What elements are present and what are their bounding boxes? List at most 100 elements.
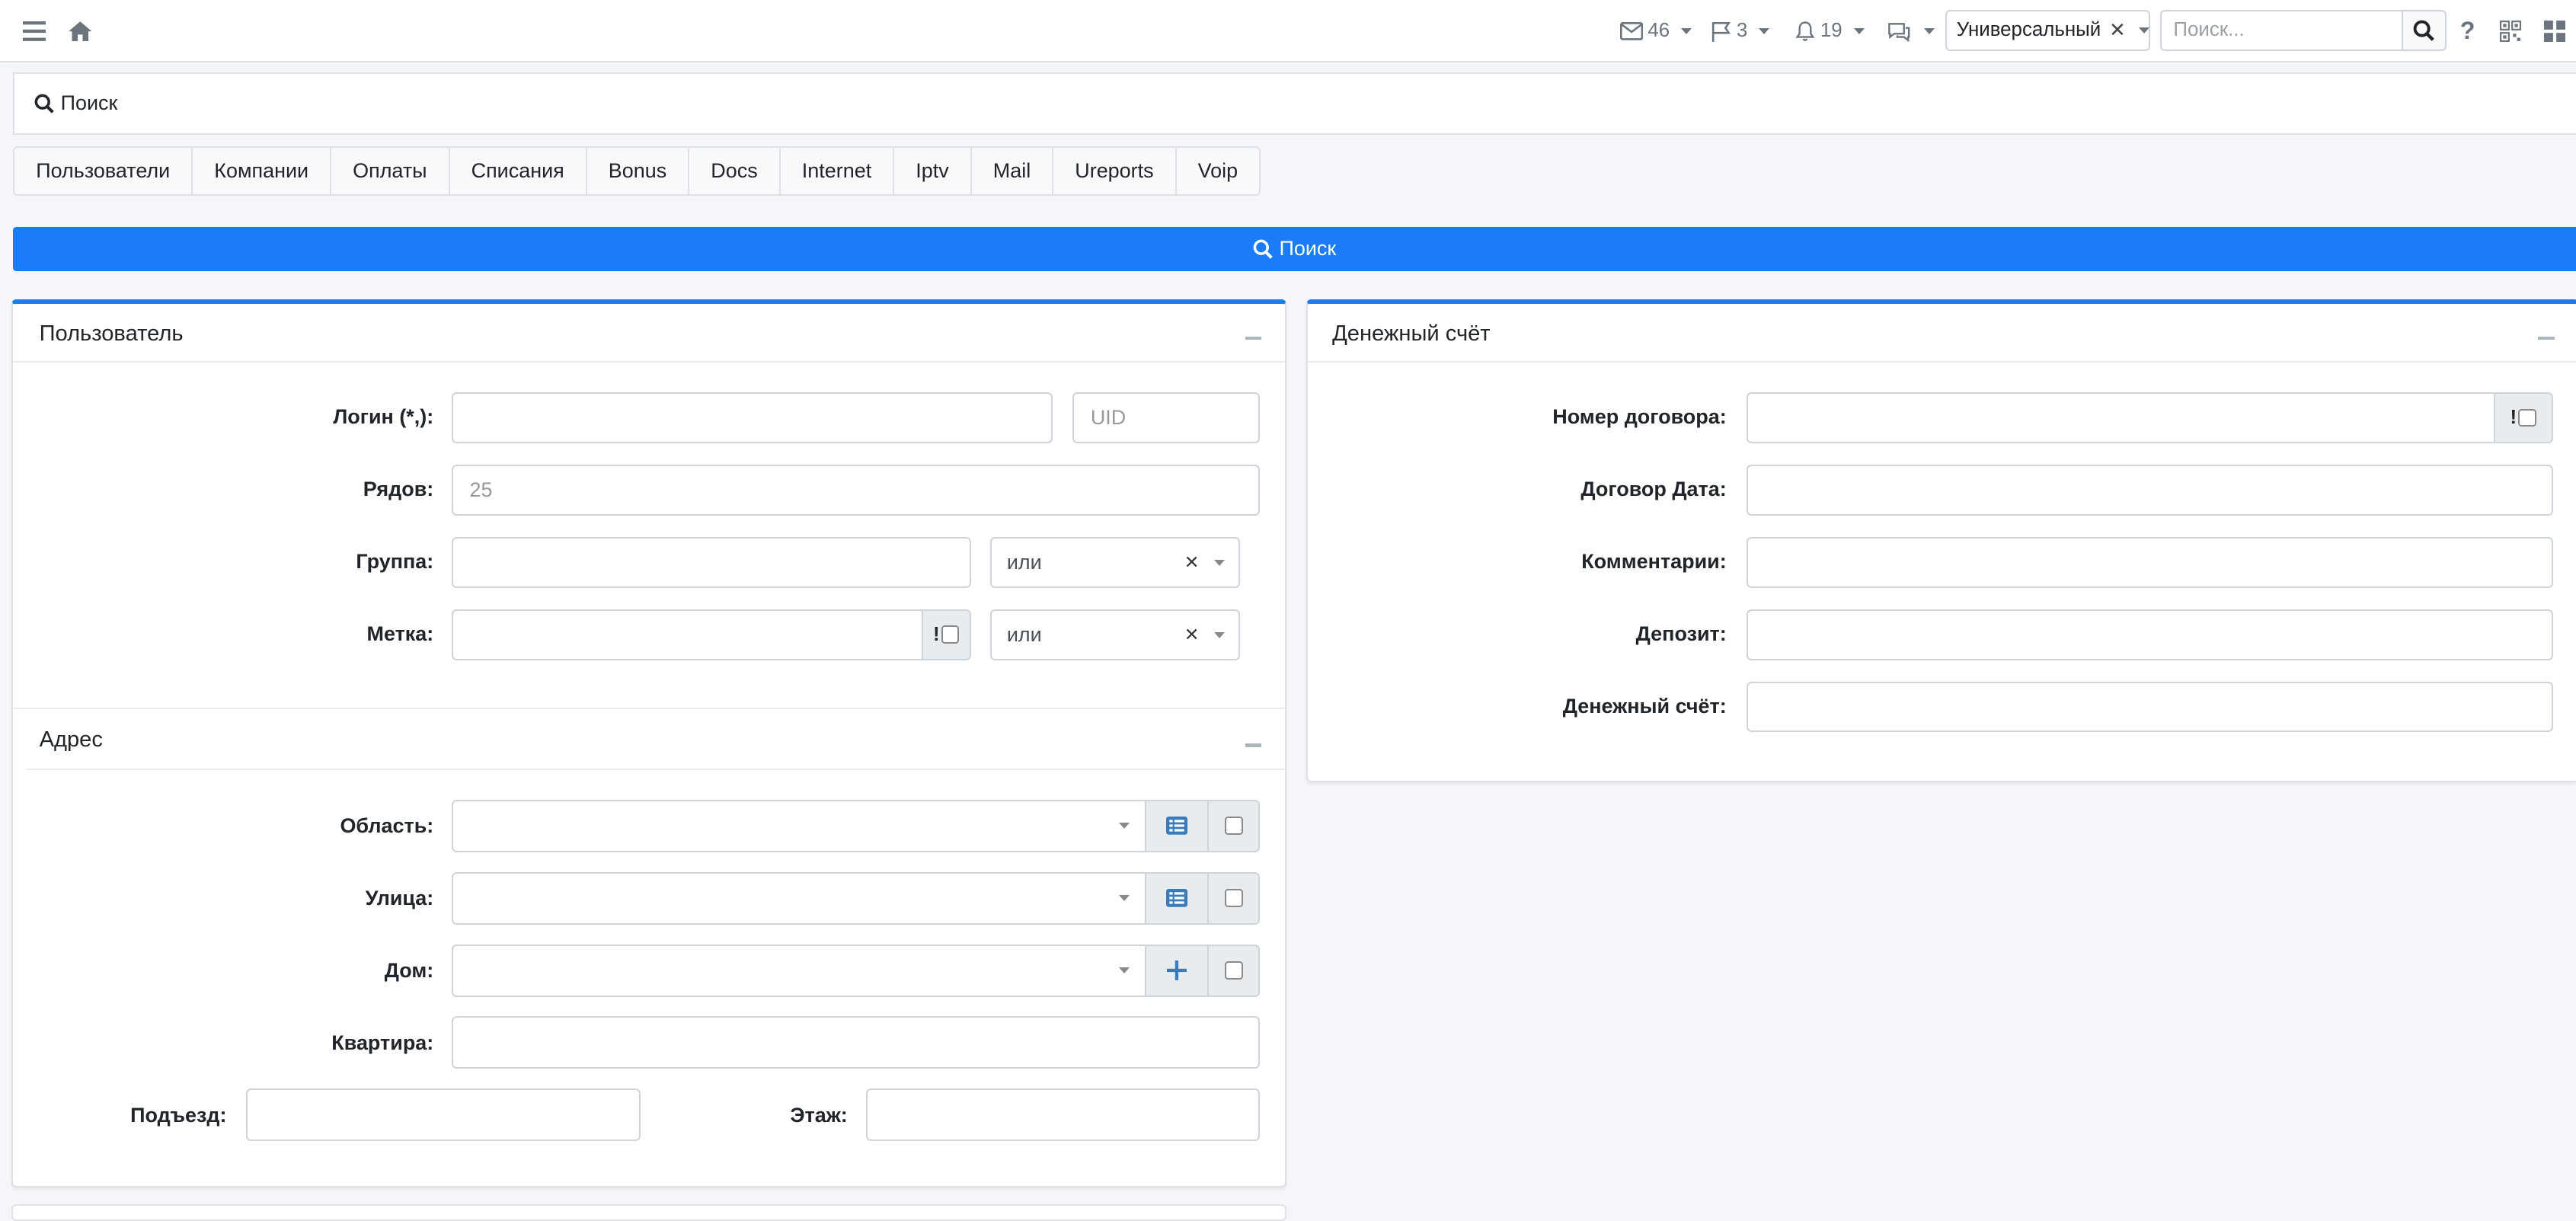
tab-companies[interactable]: Компании <box>193 147 332 194</box>
tab-bonus[interactable]: Bonus <box>586 147 690 194</box>
region-label: Область: <box>340 814 434 838</box>
help-icon[interactable]: ? <box>2453 17 2482 46</box>
tab-voip[interactable]: Voip <box>1176 147 1260 194</box>
tag-input[interactable] <box>451 609 925 660</box>
collapse-icon[interactable] <box>1245 336 1262 340</box>
global-search-button[interactable] <box>2402 9 2447 51</box>
search-header-title: Поиск <box>60 91 118 115</box>
contract-number-exclude-checkbox[interactable] <box>2518 408 2537 427</box>
tab-fees[interactable]: Списания <box>449 147 587 194</box>
clear-icon[interactable]: ✕ <box>1184 624 1200 646</box>
clear-icon[interactable]: ✕ <box>2109 19 2126 42</box>
uid-input[interactable] <box>1072 392 1261 443</box>
comments-icon <box>1888 23 1910 42</box>
house-label: Дом: <box>384 958 434 982</box>
floor-input[interactable] <box>865 1088 1261 1142</box>
tag-label: Метка: <box>366 622 434 645</box>
street-checkbox[interactable] <box>1224 889 1243 908</box>
home-icon[interactable] <box>66 17 95 46</box>
comments-input[interactable] <box>1746 536 2553 588</box>
tag-logic-select[interactable]: или ✕ <box>990 609 1241 660</box>
clear-icon[interactable]: ✕ <box>1184 551 1200 574</box>
rows-input[interactable] <box>451 464 1261 516</box>
chevron-down-icon <box>1681 27 1692 34</box>
contract-number-exclude-toggle[interactable]: ! <box>2493 392 2553 443</box>
chevron-down-icon <box>1213 559 1225 566</box>
notifications-dropdown[interactable]: 19 <box>1795 18 1865 45</box>
address-panel: Адрес Область: Улица: Дом: Квартира: Под… <box>13 708 1285 1187</box>
add-house-button[interactable] <box>1145 944 1210 997</box>
tab-docs[interactable]: Docs <box>689 147 781 194</box>
tab-users[interactable]: Пользователи <box>14 147 193 194</box>
account-panel: Денежный счёт Номер договора: ! Договор … <box>1306 299 2576 782</box>
chevron-down-icon <box>2138 27 2149 34</box>
hamburger-menu-icon[interactable] <box>20 17 50 46</box>
floor-label: Этаж: <box>790 1103 848 1127</box>
contract-date-input[interactable] <box>1746 464 2553 516</box>
entrance-input[interactable] <box>246 1088 641 1142</box>
region-select[interactable] <box>451 799 1147 852</box>
chevron-down-icon <box>1759 27 1770 34</box>
deposit-input[interactable] <box>1746 609 2553 660</box>
search-icon <box>34 94 54 113</box>
account-input[interactable] <box>1746 681 2553 733</box>
street-label: Улица: <box>365 887 434 910</box>
street-checkbox-addon[interactable] <box>1207 871 1261 925</box>
messages-dropdown[interactable]: 46 <box>1619 18 1692 45</box>
search-icon <box>2414 20 2435 41</box>
group-input[interactable] <box>451 536 971 588</box>
entrance-label: Подъезд: <box>130 1103 227 1127</box>
house-checkbox-addon[interactable] <box>1207 944 1261 997</box>
group-logic-value: или <box>1006 550 1042 574</box>
deposit-label: Депозит: <box>1635 622 1727 645</box>
search-submit-label: Поиск <box>1279 237 1337 261</box>
collapse-icon[interactable] <box>1245 743 1262 747</box>
tab-iptv[interactable]: Iptv <box>894 147 972 194</box>
tag-logic-value: или <box>1006 622 1042 646</box>
group-logic-select[interactable]: или ✕ <box>990 536 1241 588</box>
region-checkbox-addon[interactable] <box>1207 799 1261 852</box>
comments-label: Комментарии: <box>1581 550 1727 574</box>
search-icon <box>1253 239 1273 259</box>
chevron-down-icon <box>1213 631 1225 638</box>
apartment-input[interactable] <box>451 1016 1261 1069</box>
envelope-icon <box>1619 22 1643 40</box>
apps-grid-icon[interactable] <box>2540 17 2570 46</box>
apartment-label: Квартира: <box>331 1031 434 1054</box>
search-header: Поиск <box>13 72 2576 135</box>
collapse-icon[interactable] <box>2538 336 2555 340</box>
street-select[interactable] <box>451 871 1147 925</box>
chat-dropdown[interactable] <box>1886 18 1935 45</box>
chevron-down-icon <box>1118 967 1130 973</box>
login-input[interactable] <box>451 392 1053 443</box>
tab-mail[interactable]: Mail <box>971 147 1054 194</box>
qr-code-icon[interactable] <box>2495 17 2525 46</box>
flags-dropdown[interactable]: 3 <box>1711 18 1770 45</box>
search-submit-button[interactable]: Поиск <box>13 226 2576 271</box>
tag-exclude-toggle[interactable]: ! <box>921 609 971 660</box>
notifications-count: 19 <box>1820 20 1843 42</box>
tab-internet[interactable]: Internet <box>780 147 895 194</box>
group-label: Группа: <box>356 550 434 574</box>
user-panel: Пользователь Логин (*,): Рядов: Группа: … <box>11 299 1286 1188</box>
region-checkbox[interactable] <box>1224 817 1243 836</box>
top-navbar: 46 3 19 Универсальный ✕ ? <box>0 0 2576 62</box>
region-list-button[interactable] <box>1145 799 1210 852</box>
flag-icon <box>1712 21 1731 42</box>
login-label: Логин (*,): <box>333 405 434 429</box>
search-profile-select[interactable]: Универсальный ✕ <box>1945 9 2151 51</box>
tag-exclude-checkbox[interactable] <box>941 625 960 644</box>
bell-icon <box>1795 21 1816 41</box>
street-list-button[interactable] <box>1145 871 1210 925</box>
chevron-down-icon <box>1118 822 1130 829</box>
contract-number-label: Номер договора: <box>1552 405 1727 429</box>
tab-payments[interactable]: Оплаты <box>331 147 450 194</box>
house-select[interactable] <box>451 944 1147 997</box>
plus-icon <box>1167 960 1187 980</box>
contract-number-input[interactable] <box>1746 392 2496 443</box>
exclamation-icon: ! <box>932 623 940 645</box>
global-search-input[interactable] <box>2160 9 2404 51</box>
user-panel-title: Пользователь <box>39 321 184 347</box>
house-checkbox[interactable] <box>1224 961 1243 980</box>
tab-ureports[interactable]: Ureports <box>1053 147 1177 194</box>
